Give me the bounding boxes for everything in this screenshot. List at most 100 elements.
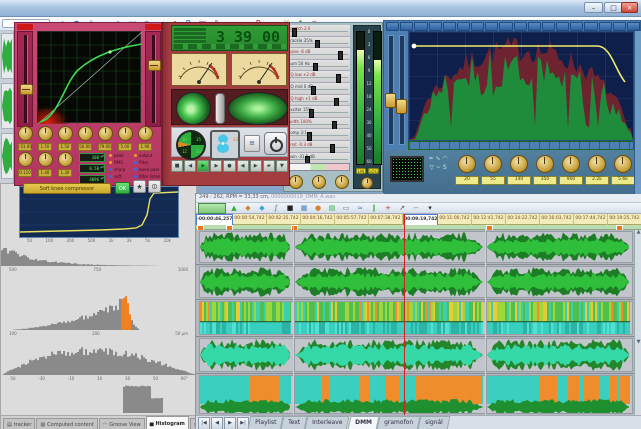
knob-dial[interactable] — [38, 126, 53, 141]
radio-band-pass[interactable]: band pass — [134, 166, 160, 173]
transport-button[interactable]: ■ — [171, 160, 183, 172]
led-value-box[interactable]: 100 — [79, 153, 105, 162]
processing-row[interactable]: comp 3:1 — [286, 129, 350, 141]
editor-tab-text[interactable]: Text — [281, 416, 308, 429]
remove-icon[interactable]: − — [410, 203, 422, 213]
add-icon[interactable]: + — [382, 203, 394, 213]
analyzer-toolbar-button[interactable] — [599, 22, 612, 31]
measure-tab-groove-view[interactable]: ◠Groove View — [99, 418, 145, 429]
compressor-knob[interactable]: -51.00 — [18, 126, 32, 151]
radio-peak[interactable]: peak — [109, 152, 125, 159]
analyzer-knob[interactable] — [536, 155, 554, 173]
processing-row[interactable]: scratch 2.0 — [286, 25, 350, 37]
radio-sharp[interactable]: sharp — [109, 166, 125, 173]
processing-row[interactable]: limit -0.3 dB — [286, 141, 350, 153]
analyzer-toolbar-button[interactable] — [627, 22, 640, 31]
compressor-knob[interactable]: 0.110 — [18, 152, 32, 177]
transport-button[interactable]: ▼ — [276, 160, 288, 172]
audio-object[interactable] — [199, 375, 294, 414]
preset-selector[interactable]: Soft knee compressor — [23, 183, 111, 194]
nav-button[interactable]: |◀ — [198, 417, 210, 429]
measure-tab-histogram[interactable]: ▅Histogram — [146, 416, 189, 429]
audio-object[interactable] — [486, 231, 633, 263]
close-button[interactable]: × — [621, 2, 638, 13]
analyzer-toolbar-button[interactable] — [457, 22, 470, 31]
filter-glyph[interactable]: ~ — [436, 164, 441, 171]
processing-row[interactable]: crackle 35% — [286, 37, 350, 49]
ruler-timestamp[interactable]: 00:19:25,742 — [608, 214, 641, 225]
compressor-knob[interactable]: 1.50 — [38, 126, 52, 151]
left-thumbnail-strip[interactable] — [0, 31, 14, 183]
waveform-thumbnail[interactable] — [1, 133, 14, 179]
pause-icon[interactable]: ‖ — [368, 203, 380, 213]
meter-range-knob[interactable] — [361, 177, 373, 189]
balance-bar[interactable] — [286, 163, 350, 171]
waveform-thumbnail[interactable] — [1, 83, 14, 129]
nav-button[interactable]: ▶ — [224, 417, 236, 429]
knob-dial[interactable] — [18, 126, 33, 141]
analyzer-toolbar-button[interactable] — [542, 22, 555, 31]
analyzer-scrollbar[interactable] — [634, 31, 641, 194]
editor-tab-interleave[interactable]: Interleave — [305, 416, 350, 429]
input-slider-handle[interactable] — [20, 84, 33, 95]
analyzer-knob[interactable] — [562, 155, 580, 173]
lin-button[interactable]: LIN — [356, 168, 366, 174]
processing-row[interactable]: EQ low +2 dB — [286, 71, 350, 83]
editor-tab-playlist[interactable]: Playlist — [248, 416, 284, 429]
node-blue-icon[interactable]: ◆ — [256, 203, 268, 213]
output-slider-handle[interactable] — [148, 60, 161, 71]
window-titlebar[interactable]: – □ × — [0, 0, 641, 17]
ruler-timestamp[interactable]: 00:17:44,742 — [574, 214, 608, 225]
editor-scrollbar[interactable]: ▲▼ — [634, 230, 641, 415]
knob-dial[interactable] — [18, 152, 33, 167]
audio-object[interactable] — [199, 338, 294, 372]
knob-dial[interactable] — [58, 126, 73, 141]
nav-button[interactable]: ◀ — [211, 417, 223, 429]
speed-clock-knob[interactable]: 10 35 12 34 — [176, 130, 206, 160]
ruler-timestamp[interactable]: 00:16:03,742 — [540, 214, 574, 225]
ruler-timestamp[interactable]: 00:12:41,742 — [472, 214, 506, 225]
curve-icon[interactable]: ∫ — [270, 203, 282, 213]
audio-object[interactable] — [486, 301, 633, 335]
stylus-icon-panel[interactable]: 33 — [210, 130, 240, 160]
rise-icon[interactable]: ▲ — [228, 203, 240, 213]
knob-dial[interactable] — [118, 126, 133, 141]
filter-glyph[interactable]: ≈ — [428, 155, 433, 162]
ruler-timestamp[interactable]: 00:04:16,742 — [301, 214, 335, 225]
radio-output[interactable]: output — [134, 152, 160, 159]
node-orange-icon[interactable]: ◆ — [242, 203, 254, 213]
analyzer-knob[interactable] — [484, 155, 502, 173]
compressor-knob[interactable]: 79.00 — [98, 126, 112, 151]
analyzer-toolbar-button[interactable] — [386, 22, 399, 31]
arrow-icon[interactable]: ↗ — [396, 203, 408, 213]
compressor-knob[interactable]: 1.50 — [58, 126, 72, 151]
strip-knob[interactable] — [312, 175, 326, 189]
processing-row[interactable]: EQ high +1 dB — [286, 95, 350, 107]
waveform-thumbnail[interactable] — [1, 33, 14, 79]
transport-button[interactable]: ◀ — [237, 160, 249, 172]
analyzer-toolbar-button[interactable] — [429, 22, 442, 31]
image-icon[interactable]: ▦ — [298, 203, 310, 213]
audio-object[interactable] — [199, 231, 294, 263]
ruler-timestamp[interactable]: 00:05:57,742 — [335, 214, 369, 225]
wave-icon[interactable]: ≈ — [354, 203, 366, 213]
audio-object[interactable] — [486, 266, 633, 298]
spectrum-display[interactable] — [408, 31, 634, 141]
editor-tab-dmm[interactable]: DMM — [347, 416, 379, 429]
apply-button[interactable]: OK — [115, 182, 130, 194]
audio-object[interactable] — [294, 375, 486, 414]
editor-tab-gramofon[interactable]: gramofon — [376, 416, 420, 429]
audio-object[interactable] — [486, 338, 633, 372]
led-value-box[interactable]: 0.50 — [79, 164, 105, 173]
processing-row[interactable]: width 100% — [286, 118, 350, 130]
radio-soft[interactable]: soft — [109, 173, 125, 180]
processing-row[interactable]: hum 50 Hz — [286, 60, 350, 72]
knob-dial[interactable] — [58, 152, 73, 167]
audio-object[interactable] — [294, 338, 486, 372]
processing-row[interactable]: noise -6 dB — [286, 48, 350, 60]
document-button[interactable]: ≡ — [244, 135, 260, 152]
measure-tab-tracker[interactable]: ▤tracker — [3, 418, 35, 429]
preset-star-button[interactable]: ★ — [133, 180, 146, 193]
analyzer-knob[interactable] — [614, 155, 632, 173]
bars-icon[interactable]: ▭ — [340, 203, 352, 213]
